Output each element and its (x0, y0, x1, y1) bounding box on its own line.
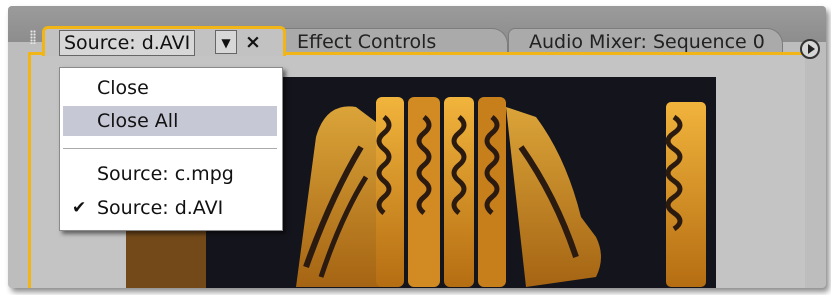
tab-effect-controls-label: Effect Controls (297, 31, 437, 53)
tab-audio-mixer-label: Audio Mixer: Sequence 0 (529, 31, 765, 53)
menu-item-source-d-avi[interactable]: ✔ Source: d.AVI (63, 193, 277, 223)
source-clip-selector[interactable]: Source: d.AVI (59, 30, 196, 56)
menu-item-close-all-label: Close All (97, 110, 179, 132)
menu-separator (63, 148, 277, 150)
menu-item-source-c-mpg[interactable]: Source: c.mpg (63, 159, 277, 189)
menu-item-close[interactable]: Close (63, 73, 277, 103)
drag-grip-icon[interactable] (30, 30, 36, 44)
menu-item-source-d-avi-label: Source: d.AVI (97, 197, 224, 219)
chevron-down-icon[interactable]: ▼ (215, 30, 237, 54)
menu-item-close-all[interactable]: Close All (63, 106, 277, 136)
menu-item-source-c-mpg-label: Source: c.mpg (97, 163, 234, 185)
panel-menu-icon[interactable] (800, 39, 820, 59)
tab-audio-mixer[interactable]: Audio Mixer: Sequence 0 (508, 28, 783, 54)
checkmark-icon: ✔ (72, 198, 87, 218)
tab-context-menu: Close Close All Source: c.mpg ✔ Source: … (59, 67, 283, 231)
menu-item-close-label: Close (97, 77, 149, 99)
tab-effect-controls[interactable]: Effect Controls (278, 28, 508, 54)
tab-source[interactable]: Source: d.AVI ▼ × (42, 26, 286, 56)
close-icon[interactable]: × (245, 29, 261, 55)
